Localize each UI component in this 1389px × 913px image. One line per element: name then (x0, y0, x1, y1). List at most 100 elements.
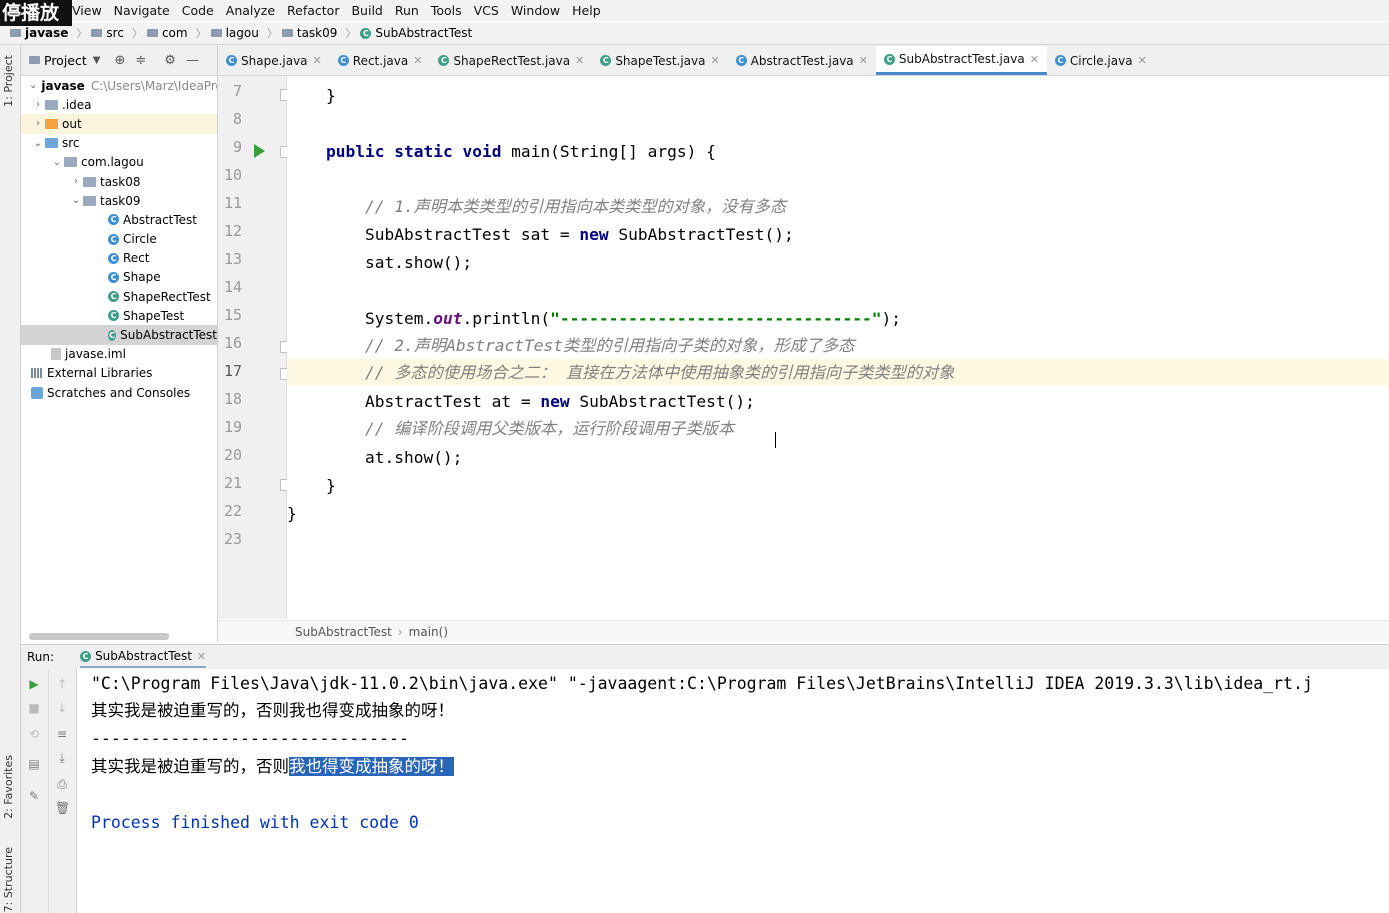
close-icon[interactable]: ✕ (197, 650, 206, 663)
tree-item-circle[interactable]: C Circle (21, 230, 217, 249)
tree-item-scratches[interactable]: Scratches and Consoles (21, 383, 217, 402)
trash-icon[interactable]: 🗑 (55, 801, 70, 815)
chevron-down-icon[interactable]: ⌄ (29, 80, 37, 91)
close-icon[interactable]: ✕ (1138, 54, 1147, 67)
tree-item-javase-iml[interactable]: javase.iml (21, 345, 217, 364)
code-editor[interactable]: } public static void main(String[] args)… (287, 76, 1389, 619)
tree-item-abstracttest[interactable]: C AbstractTest (21, 210, 217, 229)
class-icon: C (108, 233, 119, 245)
line-number: 13 (223, 250, 242, 268)
tree-item-external-libraries[interactable]: External Libraries (21, 364, 217, 383)
tab-shape-java[interactable]: C Shape.java ✕ (218, 46, 330, 75)
menu-code[interactable]: Code (176, 3, 220, 18)
tree-item-com-lagou[interactable]: ⌄ com.lagou (21, 153, 217, 172)
scroll-to-end-icon[interactable]: ⤓ (55, 751, 69, 765)
nav-src[interactable]: src (91, 26, 124, 40)
tree-item-idea[interactable]: › .idea (21, 95, 217, 114)
run-toolbar-secondary: ↑ ↓ ≡ ⤓ ⎙ 🗑 (49, 669, 77, 913)
breadcrumb-method[interactable]: main() (409, 625, 448, 639)
chevron-right-icon[interactable]: › (31, 118, 45, 129)
tree-item-shapetest[interactable]: C ShapeTest (21, 306, 217, 325)
menu-tools[interactable]: Tools (425, 3, 468, 18)
library-icon (31, 368, 43, 379)
project-panel-header: Project ▼ ⊕ ≑ ⚙ — (21, 45, 217, 76)
breadcrumb-class[interactable]: SubAbstractTest (295, 625, 392, 639)
run-tab-subabstracttest[interactable]: C SubAbstractTest ✕ (80, 646, 207, 668)
tree-item-shaperecttest[interactable]: C ShapeRectTest (21, 287, 217, 306)
project-horizontal-scrollbar[interactable] (29, 633, 169, 640)
menu-help[interactable]: Help (566, 3, 607, 18)
tree-item-shape[interactable]: C Shape (21, 268, 217, 287)
chevron-down-icon[interactable]: ⌄ (31, 138, 45, 149)
iml-file-icon (51, 348, 61, 361)
tree-item-task09[interactable]: ⌄ task09 (21, 191, 217, 210)
chevron-down-icon[interactable]: ⌄ (69, 195, 83, 206)
close-icon[interactable]: ✕ (859, 54, 868, 67)
console-output-line-2: 其实我是被迫重写的，否则我也得变成抽象的呀！ (91, 757, 454, 776)
chevron-right-icon: 〉 (195, 27, 207, 40)
close-icon[interactable]: ✕ (575, 54, 584, 67)
project-view-dropdown[interactable]: Project (44, 53, 87, 68)
tab-subabstracttest-java[interactable]: C SubAbstractTest.java ✕ (875, 46, 1047, 75)
run-console[interactable]: "C:\Program Files\Java\jdk-11.0.2\bin\ja… (77, 669, 1389, 913)
arrow-up-icon[interactable]: ↑ (55, 677, 69, 691)
tab-rect-java[interactable]: C Rect.java ✕ (330, 46, 431, 75)
tab-circle-java[interactable]: C Circle.java ✕ (1047, 46, 1155, 75)
nav-project[interactable]: javase (10, 26, 68, 40)
layout-icon[interactable]: ▤ (27, 757, 41, 771)
close-icon[interactable]: ✕ (313, 54, 322, 67)
tree-item-task08[interactable]: › task08 (21, 172, 217, 191)
chevron-right-icon: 〉 (266, 27, 278, 40)
code-line-22: } (287, 504, 297, 523)
menu-analyze[interactable]: Analyze (220, 3, 281, 18)
locate-icon[interactable]: ⊕ (114, 53, 125, 68)
menu-window[interactable]: Window (505, 3, 566, 18)
chevron-right-icon[interactable]: › (31, 99, 45, 110)
pin-icon[interactable]: ✎ (27, 789, 41, 803)
soft-wrap-icon[interactable]: ≡ (55, 727, 69, 741)
menu-view[interactable]: View (66, 3, 108, 18)
stop-icon[interactable]: ■ (27, 701, 41, 715)
scratches-icon (31, 386, 43, 399)
run-gutter-icon[interactable] (254, 144, 265, 158)
print-icon[interactable]: ⎙ (55, 777, 69, 791)
chevron-right-icon: 〉 (76, 27, 88, 40)
close-icon[interactable]: ✕ (710, 54, 719, 67)
gear-icon[interactable]: ⚙ (164, 53, 176, 68)
tab-shaperecttest-java[interactable]: C ShapeRectTest.java ✕ (430, 46, 592, 75)
nav-com[interactable]: com (146, 26, 188, 40)
console-exit-line: Process finished with exit code 0 (91, 813, 419, 832)
chevron-down-icon[interactable]: ▼ (93, 55, 101, 66)
tab-shapetest-java[interactable]: C ShapeTest.java ✕ (592, 46, 727, 75)
nav-task09[interactable]: task09 (281, 26, 337, 40)
menu-navigate[interactable]: Navigate (108, 3, 176, 18)
tree-item-rect[interactable]: C Rect (21, 249, 217, 268)
code-line-15: System.out.println("--------------------… (364, 309, 902, 328)
menu-run[interactable]: Run (389, 3, 425, 18)
tree-item-src[interactable]: ⌄ src (21, 134, 217, 153)
structure-tool-tab[interactable]: 7: Structure (2, 847, 15, 912)
chevron-right-icon[interactable]: › (69, 176, 83, 187)
favorites-tool-tab[interactable]: 2: Favorites (2, 755, 15, 819)
arrow-down-icon[interactable]: ↓ (55, 701, 69, 715)
tree-root-javase[interactable]: ⌄ javase C:\Users\Marz\IdeaPro (21, 76, 217, 95)
code-line-18: AbstractTest at = new SubAbstractTest(); (364, 392, 755, 411)
nav-file[interactable]: C SubAbstractTest (360, 26, 472, 40)
menu-refactor[interactable]: Refactor (281, 3, 345, 18)
close-icon[interactable]: ✕ (1030, 53, 1039, 66)
chevron-down-icon[interactable]: ⌄ (50, 157, 64, 168)
close-icon[interactable]: ✕ (413, 54, 422, 67)
collapse-all-icon[interactable]: ≑ (135, 53, 146, 68)
menu-vcs[interactable]: VCS (468, 3, 505, 18)
nav-lagou[interactable]: lagou (210, 26, 259, 40)
line-number: 9 (232, 138, 242, 156)
menu-build[interactable]: Build (345, 3, 388, 18)
tree-item-subabstracttest[interactable]: C SubAbstractTest (21, 325, 217, 345)
restore-layout-icon[interactable]: ⟲ (27, 727, 41, 741)
project-tool-tab[interactable]: 1: Project (2, 55, 15, 107)
rerun-icon[interactable]: ▶ (27, 677, 41, 691)
hide-icon[interactable]: — (186, 53, 199, 68)
tab-abstracttest-java[interactable]: C AbstractTest.java ✕ (728, 46, 876, 75)
tree-item-out[interactable]: › out (21, 114, 217, 134)
class-icon: C (360, 27, 372, 39)
